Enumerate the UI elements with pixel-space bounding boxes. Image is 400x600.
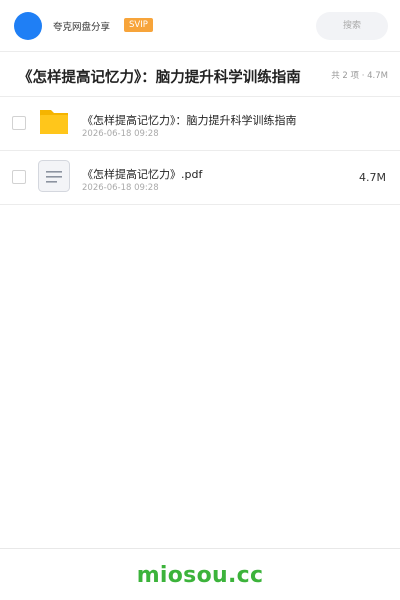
app-header: 夸克网盘分享 SVIP (0, 0, 400, 52)
avatar[interactable] (14, 12, 42, 40)
folder-summary: 共 2 项 · 4.7M (331, 71, 388, 81)
footer: miosou.cc (0, 548, 400, 600)
row-checkbox[interactable] (12, 170, 26, 184)
file-name[interactable]: 《怎样提高记忆力》：脑力提升科学训练指南 (82, 112, 297, 128)
folder-header: 《怎样提高记忆力》：脑力提升科学训练指南 共 2 项 · 4.7M (0, 52, 400, 97)
file-row-folder[interactable]: 《怎样提高记忆力》：脑力提升科学训练指南 2026-06-18 09:28 (0, 97, 400, 151)
page-title: 《怎样提高记忆力》：脑力提升科学训练指南 (18, 70, 301, 86)
file-size: 4.7M (359, 171, 386, 184)
file-name[interactable]: 《怎样提高记忆力》.pdf (82, 166, 202, 182)
file-row-pdf[interactable]: 《怎样提高记忆力》.pdf 2026-06-18 09:28 4.7M (0, 151, 400, 205)
svip-badge: SVIP (124, 18, 153, 32)
document-icon (38, 160, 70, 192)
file-date: 2026-06-18 09:28 (82, 129, 159, 139)
brand-watermark: miosou.cc (136, 563, 264, 588)
search-input[interactable] (316, 12, 388, 40)
owner-name[interactable]: 夸克网盘分享 (53, 19, 110, 33)
file-date: 2026-06-18 09:28 (82, 183, 159, 193)
folder-icon (38, 106, 70, 138)
row-checkbox[interactable] (12, 116, 26, 130)
